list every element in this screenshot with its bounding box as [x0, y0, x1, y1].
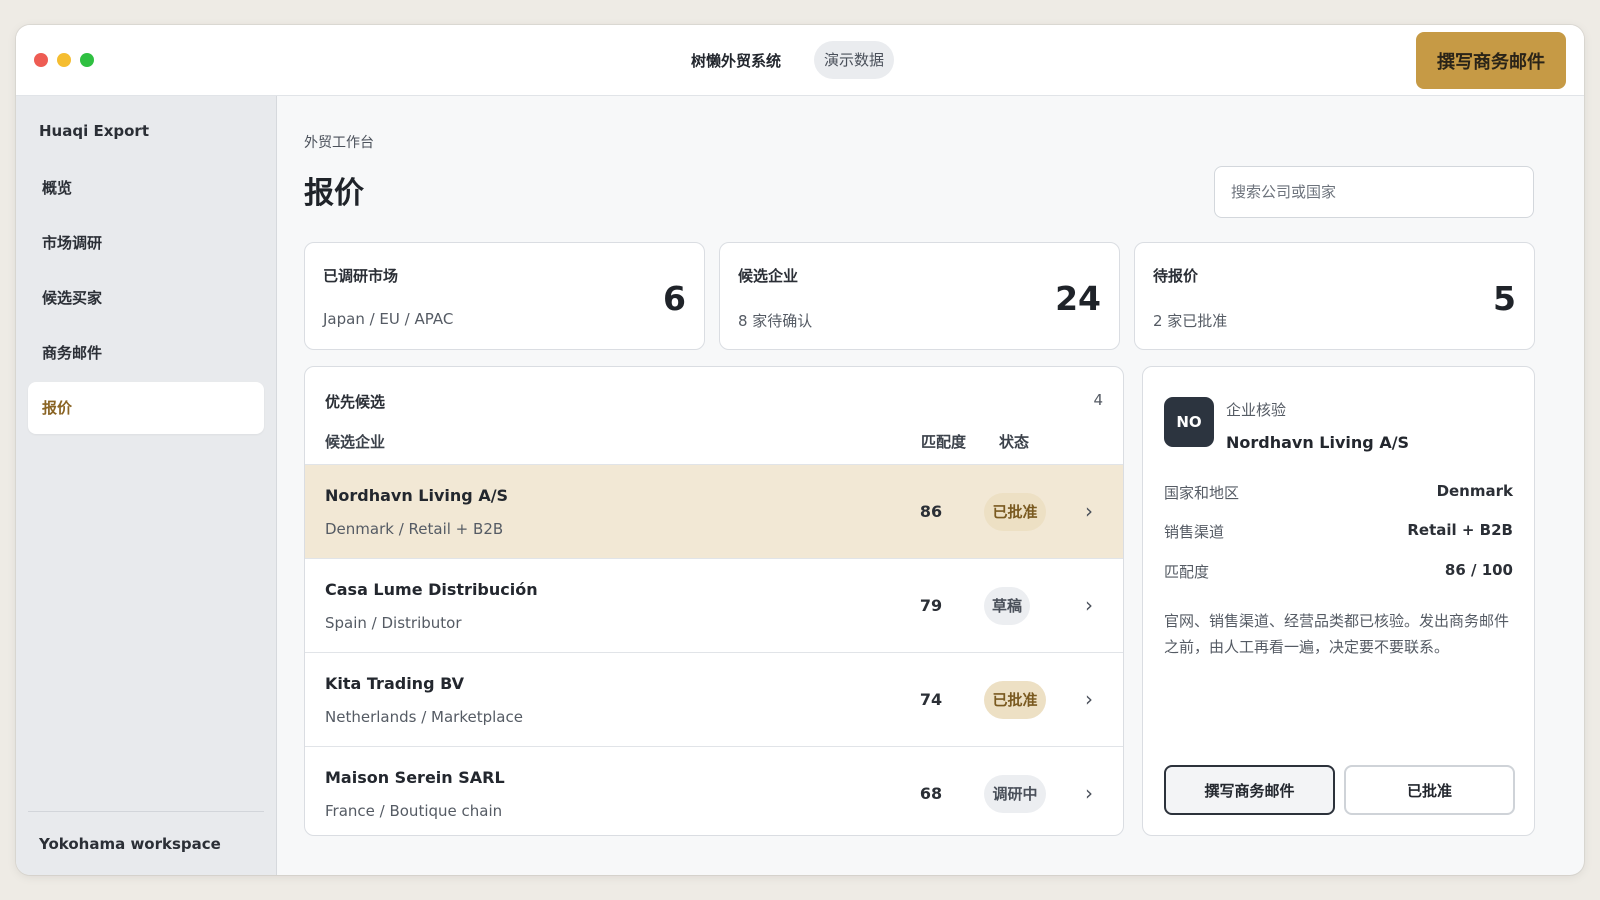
field-label: 匹配度 — [1164, 563, 1210, 581]
window-controls — [34, 53, 94, 67]
stat-card-pending-quotes: 待报价 2 家已批准 5 — [1134, 242, 1535, 350]
sidebar-nav: 概览 市场调研 候选买家 商务邮件 报价 — [28, 162, 264, 437]
stat-card-candidates: 候选企业 8 家待确认 24 — [719, 242, 1120, 350]
detail-field-channel: 销售渠道 Retail + B2B — [1164, 521, 1513, 543]
sidebar-item-quotation[interactable]: 报价 — [28, 382, 264, 434]
match-score: 68 — [919, 784, 943, 803]
stat-label: 待报价 — [1153, 267, 1199, 285]
stat-sub: 8 家待确认 — [738, 312, 813, 330]
sidebar-item-business-email[interactable]: 商务邮件 — [28, 327, 264, 379]
detail-company-name: Nordhavn Living A/S — [1226, 433, 1410, 452]
stat-label: 候选企业 — [738, 267, 799, 285]
stat-sub: Japan / EU / APAC — [323, 310, 454, 328]
workspace-switcher[interactable]: Yokohama workspace — [39, 835, 221, 853]
avatar: NO — [1164, 397, 1214, 447]
candidate-count: 4 — [1093, 391, 1103, 409]
table-row[interactable]: Casa Lume Distribución Spain / Distribut… — [305, 558, 1123, 652]
breadcrumb: 外贸工作台 — [304, 135, 374, 151]
search-input[interactable] — [1214, 166, 1534, 218]
field-label: 销售渠道 — [1164, 523, 1225, 541]
main-content: 外贸工作台 报价 已调研市场 Japan / EU / APAC 6 候选企业 … — [277, 96, 1584, 875]
table-row[interactable]: Nordhavn Living A/S Denmark / Retail + B… — [305, 464, 1123, 558]
column-header-company: 候选企业 — [325, 433, 386, 451]
title-bar: 树懒外贸系统 演示数据 撰写商务邮件 — [16, 25, 1584, 96]
status-badge: 调研中 — [984, 775, 1046, 813]
company-meta: Spain / Distributor — [325, 614, 462, 632]
app-window: 树懒外贸系统 演示数据 撰写商务邮件 Huaqi Export 概览 市场调研 … — [16, 25, 1584, 875]
candidate-list: Nordhavn Living A/S Denmark / Retail + B… — [305, 464, 1123, 835]
company-meta: Denmark / Retail + B2B — [325, 520, 504, 538]
sidebar-item-market-research[interactable]: 市场调研 — [28, 217, 264, 269]
company-name: Nordhavn Living A/S — [325, 486, 509, 505]
field-value: Denmark — [1436, 482, 1513, 500]
detail-kicker: 企业核验 — [1226, 401, 1287, 419]
status-badge: 草稿 — [984, 587, 1030, 625]
chevron-right-icon[interactable]: › — [1085, 781, 1093, 805]
match-score: 79 — [919, 596, 943, 615]
chevron-right-icon[interactable]: › — [1085, 593, 1093, 617]
brand-name: Huaqi Export — [39, 122, 149, 140]
field-label: 国家和地区 — [1164, 484, 1240, 502]
verification-note: 官网、销售渠道、经营品类都已核验。发出商务邮件之前，由人工再看一遍，决定要不要联… — [1164, 612, 1510, 656]
detail-field-score: 匹配度 86 / 100 — [1164, 561, 1513, 583]
stat-value: 6 — [663, 279, 686, 318]
candidates-panel: 优先候选 4 候选企业 匹配度 状态 Nordhavn Living A/S D… — [304, 366, 1124, 836]
company-name: Casa Lume Distribución — [325, 580, 538, 599]
stat-value: 5 — [1493, 279, 1516, 318]
stat-card-markets: 已调研市场 Japan / EU / APAC 6 — [304, 242, 705, 350]
company-detail-card: NO 企业核验 Nordhavn Living A/S 国家和地区 Denmar… — [1142, 366, 1535, 836]
demo-data-badge: 演示数据 — [814, 41, 895, 79]
stat-label: 已调研市场 — [323, 267, 399, 285]
stat-value: 24 — [1055, 279, 1101, 318]
sidebar-divider — [28, 811, 264, 812]
match-score: 86 — [919, 502, 943, 521]
sidebar-item-overview[interactable]: 概览 — [28, 162, 264, 214]
stat-sub: 2 家已批准 — [1153, 312, 1228, 330]
minimize-window-button[interactable] — [57, 53, 71, 67]
company-meta: Netherlands / Marketplace — [325, 708, 523, 726]
page-title: 报价 — [304, 176, 364, 211]
maximize-window-button[interactable] — [80, 53, 94, 67]
company-name: Maison Serein SARL — [325, 768, 505, 787]
compose-email-detail-button[interactable]: 撰写商务邮件 — [1164, 765, 1335, 815]
approved-button[interactable]: 已批准 — [1344, 765, 1515, 815]
field-value: Retail + B2B — [1407, 521, 1513, 539]
column-header-score[interactable]: 匹配度 — [921, 431, 966, 452]
table-row[interactable]: Kita Trading BV Netherlands / Marketplac… — [305, 652, 1123, 746]
sidebar: Huaqi Export 概览 市场调研 候选买家 商务邮件 报价 Yokoha… — [16, 96, 277, 875]
company-name: Kita Trading BV — [325, 674, 465, 693]
column-header-status[interactable]: 状态 — [999, 431, 1029, 452]
close-window-button[interactable] — [34, 53, 48, 67]
chevron-right-icon[interactable]: › — [1085, 499, 1093, 523]
table-row[interactable]: Maison Serein SARL France / Boutique cha… — [305, 746, 1123, 835]
status-badge: 已批准 — [984, 493, 1046, 531]
chevron-right-icon[interactable]: › — [1085, 687, 1093, 711]
detail-field-country: 国家和地区 Denmark — [1164, 482, 1513, 504]
compose-email-button[interactable]: 撰写商务邮件 — [1416, 32, 1566, 89]
status-badge: 已批准 — [984, 681, 1046, 719]
sidebar-item-candidate-buyers[interactable]: 候选买家 — [28, 272, 264, 324]
panel-title: 优先候选 — [325, 393, 386, 411]
app-title: 树懒外贸系统 — [691, 52, 782, 70]
match-score: 74 — [919, 690, 943, 709]
company-meta: France / Boutique chain — [325, 802, 503, 820]
field-value: 86 / 100 — [1444, 561, 1513, 579]
